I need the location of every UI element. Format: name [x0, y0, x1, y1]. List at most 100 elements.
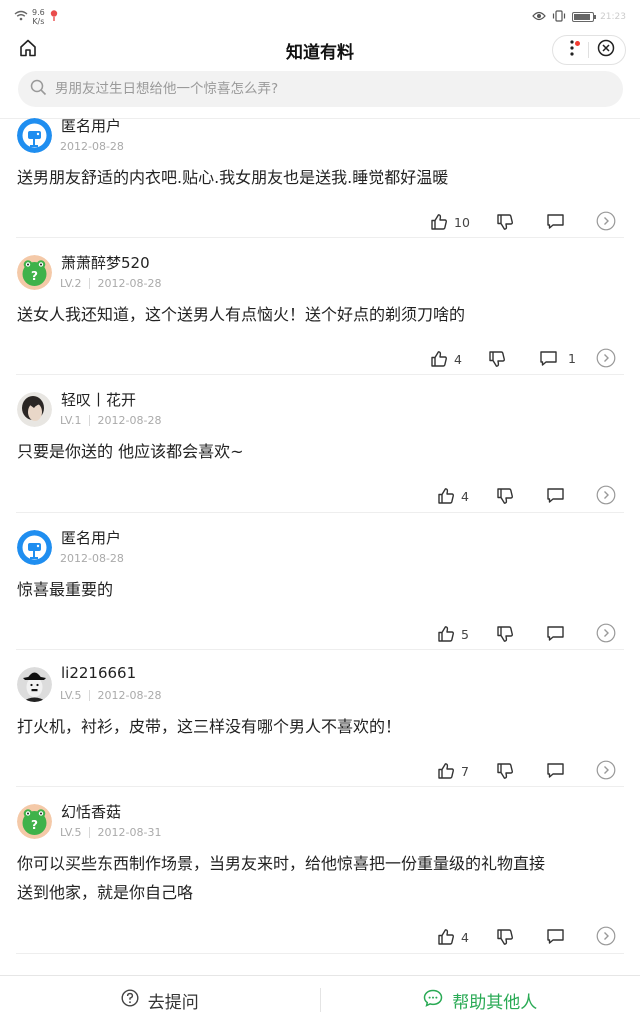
thumbs-up-icon [437, 762, 455, 780]
dislike-button[interactable] [488, 350, 506, 368]
comment-button[interactable]: 1 [539, 350, 576, 367]
page-title: 知道有料 [286, 42, 354, 63]
dislike-button[interactable] [496, 762, 514, 780]
answer-text: 送女人我还知道，这个送男人有点恼火！送个好点的剃须刀啥的 [17, 305, 466, 324]
dislike-button[interactable] [496, 625, 514, 643]
answer-item: 匿名用户 2012-08-28 送男朋友舒适的内衣吧.贴心.我女朋友也是送我.睡觉都… [0, 115, 640, 238]
help-others-button[interactable]: 帮助其他人 [321, 976, 640, 1024]
mini-program-capsule [552, 35, 626, 65]
more-answer-button[interactable] [596, 211, 616, 231]
username[interactable]: li2216661 [61, 664, 136, 682]
search-bar[interactable] [18, 71, 623, 107]
answer-item: 轻叹丨花开 LV.1 2012-08-28 只要是你送的 他应该都会喜欢~ 4 [0, 375, 640, 513]
like-count: 4 [461, 488, 469, 504]
home-icon [18, 38, 38, 62]
thumbs-down-icon [496, 213, 514, 231]
avatar[interactable] [17, 530, 52, 565]
avatar[interactable] [17, 667, 52, 702]
comment-button[interactable] [546, 213, 565, 230]
meta-divider [88, 415, 90, 426]
close-button[interactable] [596, 39, 616, 60]
eye-icon [532, 11, 546, 24]
clock-time: 21:23 [600, 12, 626, 22]
home-button[interactable] [16, 38, 40, 62]
thumbs-up-icon [430, 350, 448, 368]
answer-meta: LV.1 2012-08-28 [60, 414, 161, 427]
avatar[interactable]: ? [17, 255, 52, 290]
like-button[interactable]: 7 [437, 762, 469, 780]
chevron-right-circle-icon [596, 211, 616, 231]
comment-button[interactable] [546, 762, 565, 779]
answer-meta: 2012-08-28 [60, 552, 124, 565]
like-button[interactable]: 10 [430, 213, 470, 231]
thumbs-up-icon [437, 487, 455, 505]
more-button[interactable] [562, 40, 582, 60]
dislike-button[interactable] [496, 928, 514, 946]
chat-bubble-icon [423, 989, 443, 1012]
dislike-button[interactable] [496, 213, 514, 231]
answer-text: 只要是你送的 他应该都会喜欢~ [17, 442, 244, 461]
answer-text: 你可以买些东西制作场景，当男友来时，给他惊喜把一份重量级的礼物直接 送到他家，就是… [17, 849, 627, 907]
search-icon [30, 79, 47, 100]
like-button[interactable]: 4 [437, 928, 469, 946]
username[interactable]: 匿名用户 [61, 115, 121, 136]
wifi-icon [14, 10, 28, 24]
avatar[interactable]: ? [17, 804, 52, 839]
avatar[interactable] [17, 392, 52, 427]
like-count: 10 [454, 214, 470, 230]
capsule-divider [588, 42, 590, 58]
more-answer-button[interactable] [596, 623, 616, 643]
comment-icon [546, 928, 565, 945]
answer-date: 2012-08-28 [97, 689, 162, 702]
user-level: LV.2 [60, 277, 82, 290]
answer-actions: 7 [0, 760, 640, 786]
comment-icon [546, 487, 565, 504]
username[interactable]: 匿名用户 [61, 527, 121, 548]
thumbs-up-icon [430, 213, 448, 231]
user-level: LV.1 [60, 414, 82, 427]
username[interactable]: 幻恬香菇 [61, 801, 121, 822]
comment-button[interactable] [546, 928, 565, 945]
answer-item: li2216661 LV.5 2012-08-28 打火机，衬衫，皮带，这三样没有哪个… [0, 650, 640, 787]
answer-actions: 5 [0, 623, 640, 649]
more-answer-button[interactable] [596, 926, 616, 946]
user-level: LV.5 [60, 826, 82, 839]
answer-meta: LV.5 2012-08-31 [60, 826, 161, 839]
answer-text-line: 你可以买些东西制作场景，当男友来时，给他惊喜把一份重量级的礼物直接 [17, 854, 546, 873]
search-input[interactable] [55, 81, 595, 97]
location-pin-icon [49, 9, 59, 25]
comment-button[interactable] [546, 625, 565, 642]
username[interactable]: 萧萧醉梦520 [61, 252, 150, 273]
chevron-right-circle-icon [596, 485, 616, 505]
answer-actions: 10 [0, 211, 640, 237]
comment-icon [546, 762, 565, 779]
comment-icon [539, 350, 558, 367]
more-answer-button[interactable] [596, 485, 616, 505]
notification-dot [575, 41, 581, 46]
answer-date: 2012-08-28 [97, 414, 162, 427]
like-button[interactable]: 5 [437, 625, 469, 643]
answer-text: 送男朋友舒适的内衣吧.贴心.我女朋友也是送我.睡觉都好温暖 [17, 168, 449, 187]
comment-button[interactable] [546, 487, 565, 504]
chevron-right-circle-icon [596, 348, 616, 368]
network-speed: 9.6 K/s [32, 8, 45, 26]
ask-question-button[interactable]: 去提问 [0, 976, 320, 1024]
more-answer-button[interactable] [596, 760, 616, 780]
answer-item: ? 幻恬香菇 LV.5 2012-08-31 你可以买些东西制作场景，当男友来时，给他惊… [0, 787, 640, 954]
more-dots-icon [570, 40, 574, 60]
svg-text:?: ? [31, 269, 38, 283]
thumbs-down-icon [496, 762, 514, 780]
answer-text: 惊喜最重要的 [17, 580, 114, 599]
like-button[interactable]: 4 [437, 487, 469, 505]
like-count: 4 [454, 351, 462, 367]
avatar[interactable] [17, 118, 52, 153]
more-answer-button[interactable] [596, 348, 616, 368]
answer-text: 打火机，衬衫，皮带，这三样没有哪个男人不喜欢的！ [17, 717, 402, 736]
like-count: 5 [461, 626, 469, 642]
chevron-right-circle-icon [596, 760, 616, 780]
chevron-right-circle-icon [596, 926, 616, 946]
like-button[interactable]: 4 [430, 350, 462, 368]
dislike-button[interactable] [496, 487, 514, 505]
answer-meta: LV.2 2012-08-28 [60, 277, 161, 290]
username[interactable]: 轻叹丨花开 [61, 389, 136, 410]
